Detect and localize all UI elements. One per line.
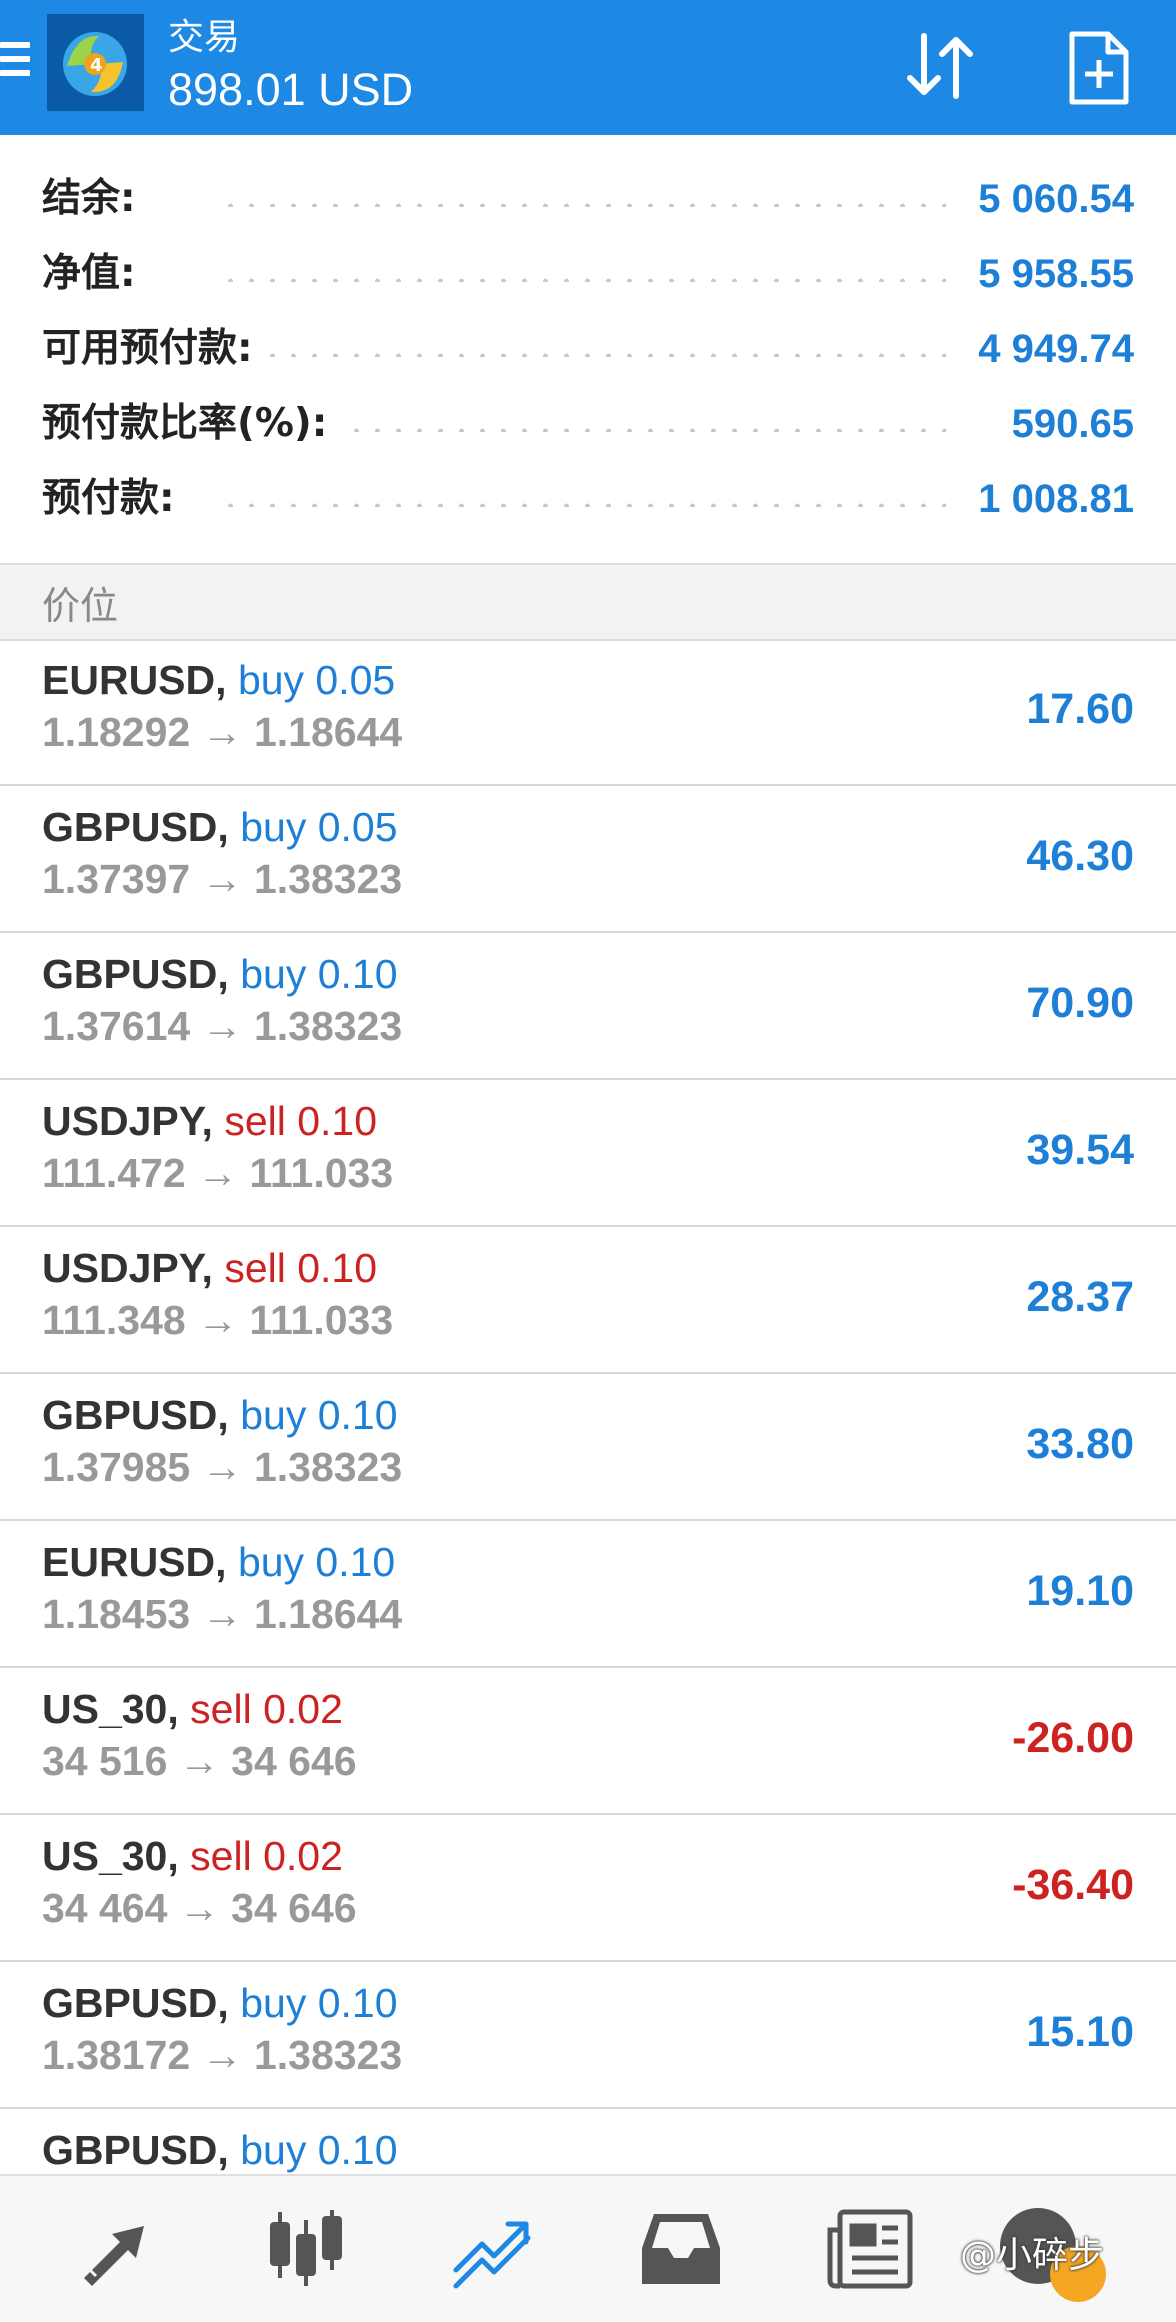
summary-label: 可用预付款: <box>42 319 267 379</box>
position-profit: 33.80 <box>1026 1420 1134 1468</box>
position-prices: 1.18292 → 1.18644 <box>42 709 403 755</box>
dotted-leader <box>220 353 946 357</box>
svg-text:4: 4 <box>90 55 103 76</box>
positions-list[interactable]: EURUSD, buy 0.05 1.18292 → 1.18644 17.60… <box>0 639 1176 2174</box>
history-icon[interactable] <box>636 2206 726 2290</box>
summary-row-equity: 净值: 5 958.55 <box>0 244 1176 304</box>
position-direction: sell 0.02 <box>190 1686 343 1732</box>
position-row[interactable]: USDJPY, sell 0.10 111.348 → 111.033 28.3… <box>0 1227 1176 1374</box>
positions-section-header: 价位 <box>0 563 1176 641</box>
position-row[interactable]: GBPUSD, buy 0.10 1.38172 → 1.38323 15.10 <box>0 1962 1176 2109</box>
summary-value: 4 949.74 <box>964 319 1134 379</box>
summary-label: 结余: <box>42 169 150 229</box>
summary-label: 预付款: <box>42 469 189 529</box>
position-profit: 17.60 <box>1026 685 1134 733</box>
new-order-icon[interactable] <box>1064 28 1134 108</box>
position-symbol: US_30, <box>42 1686 179 1732</box>
account-summary: 结余: 5 060.54 净值: 5 958.55 可用预付款: 4 949.7… <box>0 135 1176 563</box>
position-prices: 1.37397 → 1.38323 <box>42 856 403 902</box>
summary-label: 净值: <box>42 244 150 304</box>
position-row[interactable]: US_30, sell 0.02 34 516 → 34 646 -26.00 <box>0 1668 1176 1815</box>
position-profit: 19.10 <box>1026 1567 1134 1615</box>
position-row[interactable]: EURUSD, buy 0.05 1.18292 → 1.18644 17.60 <box>0 639 1176 786</box>
position-row[interactable]: US_30, sell 0.02 34 464 → 34 646 -36.40 <box>0 1815 1176 1962</box>
summary-row-free-margin: 可用预付款: 4 949.74 <box>0 319 1176 379</box>
summary-value: 5 958.55 <box>964 244 1134 304</box>
account-balance: 898.01 USD <box>168 64 414 115</box>
position-profit: 70.90 <box>1026 979 1134 1027</box>
position-prices: 1.18453 → 1.18644 <box>42 1591 403 1637</box>
dotted-leader <box>220 278 946 282</box>
position-direction: sell 0.10 <box>224 1098 378 1144</box>
summary-value: 590.65 <box>997 394 1134 454</box>
position-row[interactable]: EURUSD, buy 0.10 1.18453 → 1.18644 19.10 <box>0 1521 1176 1668</box>
chart-icon[interactable] <box>262 2206 352 2290</box>
position-profit: -36.40 <box>1012 1861 1134 1909</box>
position-row[interactable]: GBPUSD, buy 0.05 1.37397 → 1.38323 46.30 <box>0 786 1176 933</box>
position-direction: buy 0.10 <box>240 2127 398 2173</box>
position-profit: 39.54 <box>1026 1126 1134 1174</box>
position-profit: -26.00 <box>1012 1714 1134 1762</box>
news-icon[interactable] <box>826 2206 916 2290</box>
position-symbol: GBPUSD, <box>42 951 229 997</box>
dotted-leader <box>220 203 946 207</box>
position-direction: buy 0.05 <box>240 804 398 850</box>
summary-row-balance: 结余: 5 060.54 <box>0 169 1176 229</box>
position-row[interactable]: GBPUSD, buy 0.10 1.37985 → 1.38323 33.80 <box>0 1374 1176 1521</box>
menu-icon[interactable] <box>0 42 30 86</box>
quotes-icon[interactable] <box>74 2206 164 2290</box>
position-symbol: GBPUSD, <box>42 804 229 850</box>
page-title: 交易 <box>168 17 241 58</box>
summary-row-margin: 预付款: 1 008.81 <box>0 469 1176 529</box>
position-row[interactable]: GBPUSD, buy 0.10 <box>0 2109 1176 2174</box>
position-profit: 28.37 <box>1026 1273 1134 1321</box>
position-symbol: EURUSD, <box>42 1539 227 1585</box>
position-symbol: EURUSD, <box>42 657 227 703</box>
position-symbol: GBPUSD, <box>42 1980 229 2026</box>
position-prices: 1.37614 → 1.38323 <box>42 1003 403 1049</box>
summary-value: 1 008.81 <box>964 469 1134 529</box>
position-symbol: GBPUSD, <box>42 1392 229 1438</box>
sort-icon[interactable] <box>900 26 980 106</box>
summary-row-margin-level: 预付款比率(%): 590.65 <box>0 394 1176 454</box>
position-direction: buy 0.10 <box>237 1539 396 1585</box>
position-row[interactable]: GBPUSD, buy 0.10 1.37614 → 1.38323 70.90 <box>0 933 1176 1080</box>
position-direction: sell 0.10 <box>224 1245 378 1291</box>
position-symbol: GBPUSD, <box>42 2127 229 2173</box>
position-prices: 111.348 → 111.033 <box>42 1297 394 1343</box>
summary-label: 预付款比率(%): <box>42 394 342 454</box>
position-profit: 46.30 <box>1026 832 1134 880</box>
summary-value: 5 060.54 <box>964 169 1134 229</box>
position-direction: buy 0.10 <box>240 951 398 997</box>
position-symbol: US_30, <box>42 1833 179 1879</box>
app-logo: 4 <box>47 14 144 111</box>
position-prices: 34 516 → 34 646 <box>42 1738 357 1784</box>
watermark: @小碎步 <box>960 2235 1105 2276</box>
position-direction: buy 0.10 <box>240 1392 398 1438</box>
position-symbol: USDJPY, <box>42 1245 213 1291</box>
section-title: 价位 <box>42 584 119 628</box>
position-symbol: USDJPY, <box>42 1098 213 1144</box>
dotted-leader <box>220 503 946 507</box>
position-prices: 1.38172 → 1.38323 <box>42 2032 403 2078</box>
position-direction: buy 0.10 <box>240 1980 398 2026</box>
trade-icon[interactable] <box>448 2206 538 2290</box>
top-app-bar: 4 交易 898.01 USD <box>0 0 1176 135</box>
position-row[interactable]: USDJPY, sell 0.10 111.472 → 111.033 39.5… <box>0 1080 1176 1227</box>
position-prices: 1.37985 → 1.38323 <box>42 1444 403 1490</box>
position-profit: 15.10 <box>1026 2008 1134 2056</box>
position-prices: 34 464 → 34 646 <box>42 1885 357 1931</box>
position-prices: 111.472 → 111.033 <box>42 1150 394 1196</box>
position-direction: sell 0.02 <box>190 1833 343 1879</box>
position-direction: buy 0.05 <box>237 657 396 703</box>
